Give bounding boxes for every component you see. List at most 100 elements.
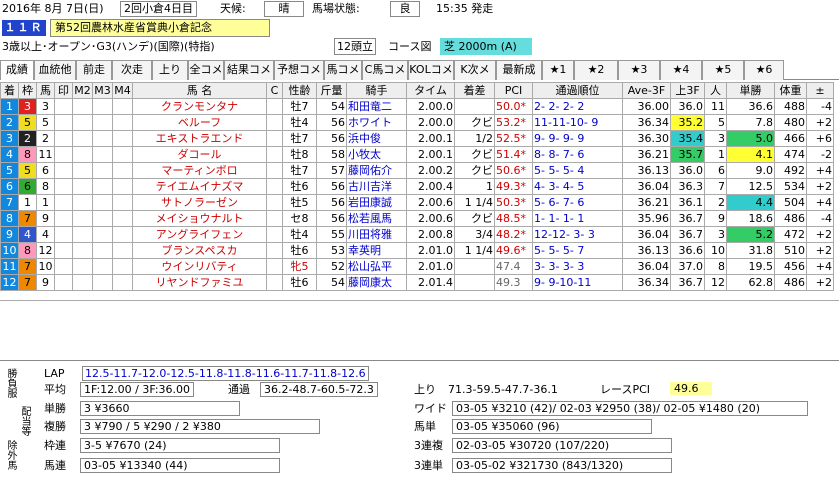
cell-pci: 53.2* (494, 114, 533, 131)
tab-15[interactable]: ★3 (618, 60, 660, 80)
cell-tan: 62.8 (726, 274, 775, 291)
table-row[interactable]: 2 5 5 ベルーフ 牡4 56 ホワイト 2.00.0 クビ 53.2* 11-11-10- 93… (0, 114, 834, 131)
cell-ave: 36.04 (622, 178, 671, 195)
cell-pm: +4 (806, 194, 834, 211)
column-header[interactable]: タイム (406, 82, 455, 99)
cell-uma: 10 (36, 258, 55, 275)
tab-13[interactable]: ★1 (542, 60, 574, 80)
cell-agari: 36.1 (670, 194, 705, 211)
cell-jockey: 和田竜二 (346, 98, 407, 115)
table-row[interactable]: 11 7 10 ウインリバティ 牝5 52 松山弘平 2.01.0 47.4 3- 3- 3- 3… (0, 258, 834, 275)
cell-pm: -4 (806, 210, 834, 227)
table-row[interactable]: 5 5 6 マーティンボロ 牡7 57 藤岡佑介 2.00.2 クビ 50.6* 5- 5- 5- … (0, 162, 834, 179)
tab-6[interactable]: 結果コメ (224, 60, 274, 80)
column-header[interactable]: M4 (112, 82, 133, 99)
tab-4[interactable]: 上り (152, 60, 188, 80)
column-header[interactable]: 単勝 (726, 82, 775, 99)
tab-17[interactable]: ★5 (702, 60, 744, 80)
cell-kin: 55 (316, 226, 347, 243)
tab-2[interactable]: 前走 (76, 60, 112, 80)
table-row[interactable]: 9 4 4 アングライフェン 牡4 55 川田将雅 2.00.8 3/4 48.2* 12-12- … (0, 226, 834, 243)
tab-12[interactable]: 最新成 (496, 60, 542, 80)
side-label-shobu: 勝負服 (5, 368, 16, 398)
umatan-value: 03-05 ¥35060 (96) (452, 419, 652, 434)
column-header[interactable]: C (266, 82, 283, 99)
cell-name: マーティンボロ (132, 162, 267, 179)
cell-sei: 牡7 (282, 130, 317, 147)
cell-waku: 5 (18, 162, 37, 179)
cell-time: 2.00.2 (406, 162, 455, 179)
cell-empty (72, 130, 93, 147)
cell-pm: +4 (806, 258, 834, 275)
cell-agari: 37.0 (670, 258, 705, 275)
sanrenpuku-value: 02-03-05 ¥30720 (107/220) (452, 438, 672, 453)
track-label: 馬場状態: (312, 2, 360, 15)
column-header[interactable]: 斤量 (316, 82, 347, 99)
tab-1[interactable]: 血統他 (34, 60, 76, 80)
table-row[interactable]: 12 7 9 リヤンドファミユ 牡6 54 藤岡康太 2.01.4 49.3 9- 9-10-11… (0, 274, 834, 291)
tab-14[interactable]: ★2 (574, 60, 618, 80)
table-row[interactable]: 10 8 12 ブランスペスカ 牡6 53 幸英明 2.01.0 1 1/4 49.6* 5- 5-… (0, 242, 834, 259)
cell-tan: 4.4 (726, 194, 775, 211)
tab-9[interactable]: C馬コメ (362, 60, 408, 80)
tab-16[interactable]: ★4 (660, 60, 702, 80)
column-header[interactable]: M3 (92, 82, 113, 99)
column-header[interactable]: 枠 (18, 82, 37, 99)
column-header[interactable]: 体重 (774, 82, 807, 99)
column-header[interactable]: 人 (704, 82, 727, 99)
cell-empty (92, 98, 113, 115)
cell-tan: 19.5 (726, 258, 775, 275)
cell-time: 2.00.8 (406, 226, 455, 243)
column-header[interactable]: 性齢 (282, 82, 317, 99)
cell-pm: -4 (806, 98, 834, 115)
tab-18[interactable]: ★6 (744, 60, 784, 80)
column-header[interactable]: 馬 (36, 82, 55, 99)
cell-kin: 54 (316, 98, 347, 115)
cell-pm: +2 (806, 178, 834, 195)
column-header[interactable]: 印 (54, 82, 73, 99)
cell-uma: 9 (36, 210, 55, 227)
table-row[interactable]: 7 1 1 サトノラーゼン 牡5 56 岩田康誠 2.00.6 1 1/4 50.3* 5- 6- … (0, 194, 834, 211)
wakuren-label: 枠連 (44, 439, 66, 452)
cell-tan: 31.8 (726, 242, 775, 259)
column-header[interactable]: Ave-3F (622, 82, 671, 99)
cell-ninki: 8 (704, 258, 727, 275)
course-map-button[interactable]: コース図 (388, 38, 431, 55)
cell-empty (266, 98, 283, 115)
column-header[interactable]: 着 (0, 82, 19, 99)
cell-tan: 9.0 (726, 162, 775, 179)
cell-jockey: 幸英明 (346, 242, 407, 259)
column-header[interactable]: 騎手 (346, 82, 407, 99)
column-header[interactable]: ± (806, 82, 834, 99)
tab-3[interactable]: 次走 (112, 60, 152, 80)
column-header[interactable]: 上3F (670, 82, 705, 99)
table-row[interactable]: 1 3 3 クランモンタナ 牡7 54 和田竜二 2.00.0 50.0* 2- 2- 2- 23… (0, 98, 834, 115)
column-header[interactable]: M2 (72, 82, 93, 99)
table-row[interactable]: 8 7 9 メイショウナルト セ8 56 松若風馬 2.00.6 クビ 48.5* 1- 1- 1-… (0, 210, 834, 227)
cell-waku: 4 (18, 226, 37, 243)
column-header[interactable]: 着差 (454, 82, 495, 99)
table-row[interactable]: 4 8 11 ダコール 牡8 58 小牧太 2.00.1 クビ 51.4* 8- 8- 7- 6 36… (0, 146, 834, 163)
tab-8[interactable]: 馬コメ (324, 60, 362, 80)
cell-chaku: 6 (0, 178, 19, 195)
umaren-value: 03-05 ¥13340 (44) (80, 458, 280, 473)
tab-10[interactable]: KOLコメ (408, 60, 454, 80)
agari-values: 71.3-59.5-47.7-36.1 (448, 383, 558, 396)
table-row[interactable]: 3 2 2 エキストラエンド 牡7 56 浜中俊 2.00.1 1/2 52.5* 9- 9- 9-… (0, 130, 834, 147)
column-header[interactable]: 馬 名 (132, 82, 267, 99)
tab-5[interactable]: 全コメ (188, 60, 224, 80)
column-header[interactable]: PCI (494, 82, 533, 99)
cell-sa: クビ (454, 162, 495, 179)
tab-11[interactable]: K次メモ (454, 60, 496, 94)
cell-wt: 488 (774, 98, 807, 115)
column-header[interactable]: 通過順位 (532, 82, 623, 99)
cell-kin: 56 (316, 130, 347, 147)
cell-kin: 56 (316, 194, 347, 211)
cell-empty (92, 226, 113, 243)
race-name: 第52回農林水産省賞典小倉記念 (50, 19, 270, 37)
cell-sei: 牡7 (282, 162, 317, 179)
tab-7[interactable]: 予想コメ (274, 60, 324, 80)
table-row[interactable]: 6 6 8 テイエムイナズマ 牡6 56 古川吉洋 2.00.4 1 49.3* 4- 3- 4- … (0, 178, 834, 195)
cell-tan: 18.6 (726, 210, 775, 227)
tab-0[interactable]: 成績 (0, 60, 34, 80)
